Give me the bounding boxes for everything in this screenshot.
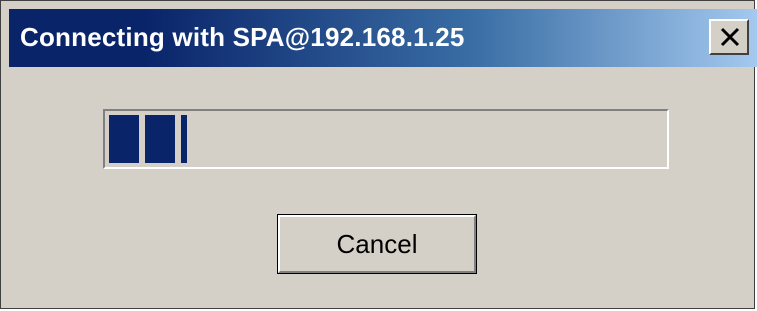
close-button[interactable] [709, 19, 749, 55]
title-bar[interactable]: Connecting with SPA@192.168.1.25 [9, 9, 757, 67]
close-x-icon [720, 27, 740, 47]
progress-bar [103, 109, 669, 169]
cancel-button[interactable]: Cancel [277, 214, 477, 274]
dialog-window: Connecting with SPA@192.168.1.25 Cancel [0, 0, 757, 309]
cancel-button-face: Cancel [278, 215, 476, 273]
cancel-button-label: Cancel [336, 228, 418, 259]
progress-bar-fill [109, 115, 187, 163]
window-title: Connecting with SPA@192.168.1.25 [20, 22, 465, 52]
